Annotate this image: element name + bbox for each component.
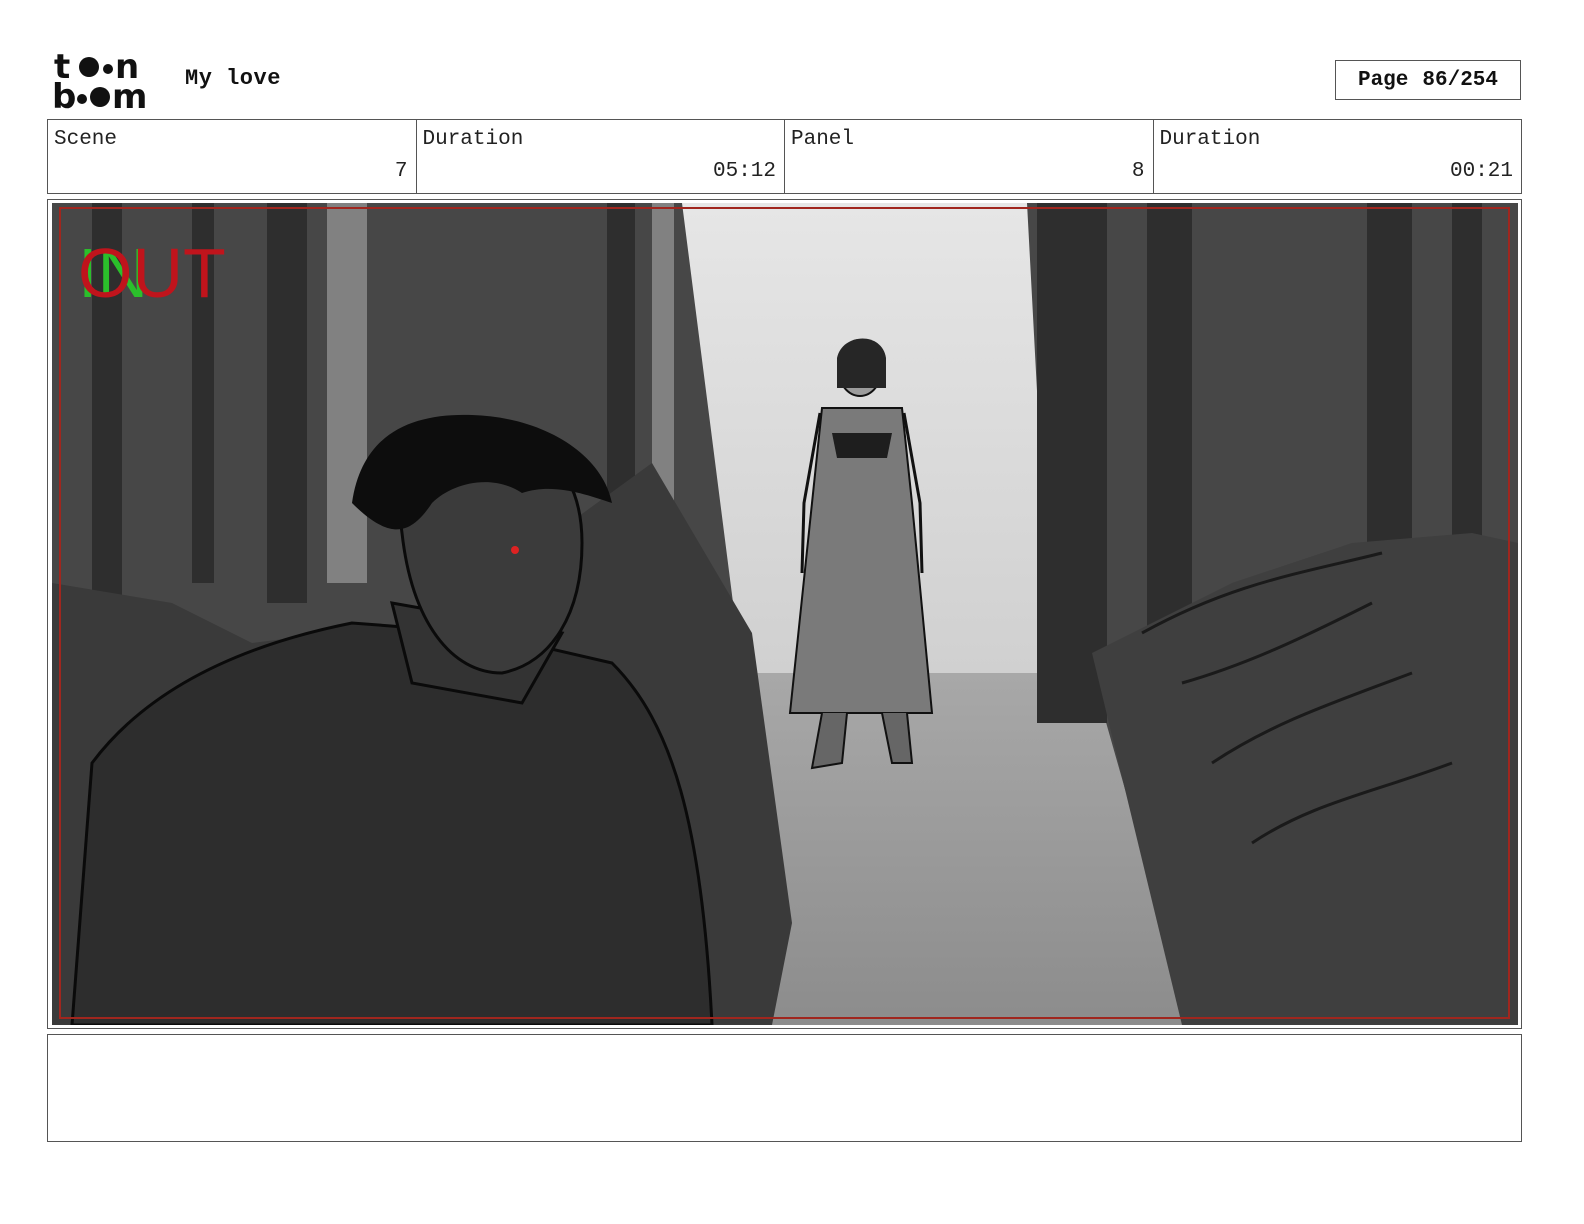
- scene-duration-value: 05:12: [712, 160, 776, 183]
- logo-letter-b: b: [52, 77, 76, 112]
- logo-dot: [90, 87, 110, 107]
- panel-cell: Panel 8: [785, 120, 1154, 193]
- out-marker: OUT: [78, 234, 226, 312]
- page-number: 86/254: [1422, 68, 1499, 92]
- panel-label: Panel: [791, 128, 855, 151]
- logo-dot: [77, 94, 87, 104]
- logo-letter-m: m: [112, 77, 147, 112]
- storyboard-info-row: Scene 7 Duration 05:12 Panel 8 Duration …: [47, 119, 1522, 194]
- scene-duration-cell: Duration 05:12: [417, 120, 785, 193]
- page-indicator: Page 86/254: [1335, 60, 1521, 100]
- scene-cell: Scene 7: [48, 120, 417, 193]
- scene-duration-label: Duration: [422, 128, 524, 151]
- project-title: My love: [185, 66, 281, 91]
- red-eye: [511, 546, 519, 554]
- panel-value: 8: [1131, 160, 1145, 183]
- toon-boom-logo: t n b m: [52, 50, 147, 112]
- scene-label: Scene: [54, 128, 118, 151]
- panel-duration-label: Duration: [1159, 128, 1261, 151]
- storyboard-panel-drawing: IN OUT: [52, 203, 1518, 1025]
- logo-dot: [79, 57, 99, 77]
- scene-value: 7: [394, 160, 408, 183]
- panel-duration-cell: Duration 00:21: [1154, 120, 1522, 193]
- panel-notes-box[interactable]: [47, 1034, 1522, 1142]
- page-label: Page: [1357, 68, 1409, 92]
- logo-dot: [103, 64, 113, 74]
- panel-duration-value: 00:21: [1449, 160, 1513, 183]
